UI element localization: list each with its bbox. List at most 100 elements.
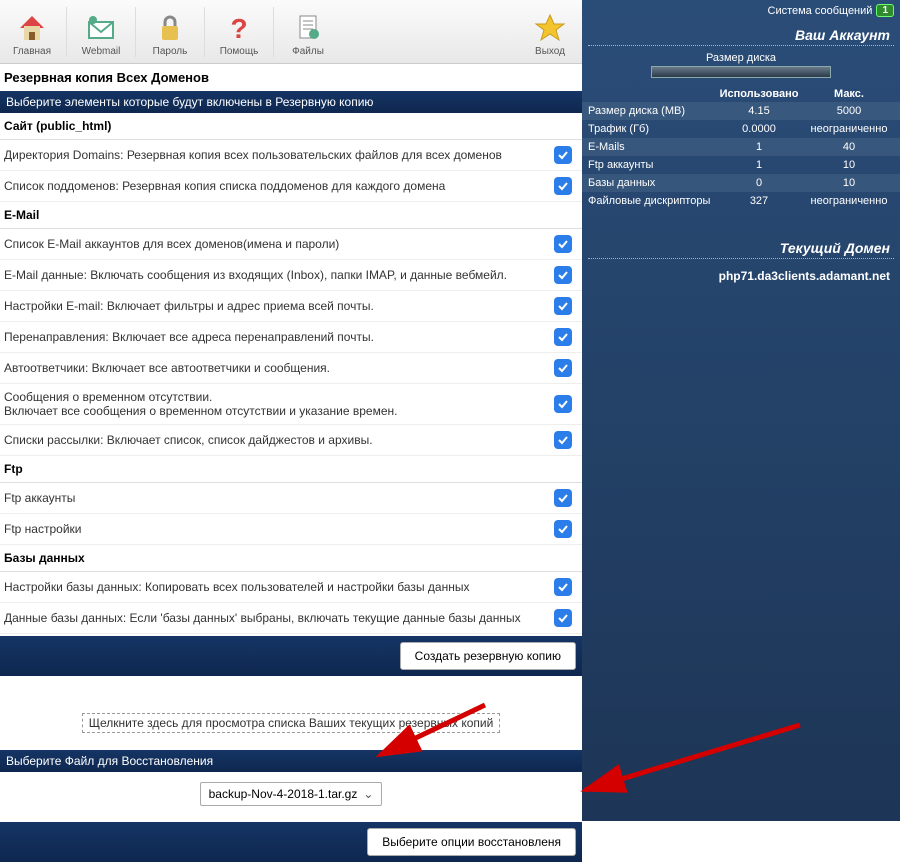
checkbox-checked[interactable] bbox=[554, 520, 572, 538]
checkbox-checked[interactable] bbox=[554, 266, 572, 284]
backup-option-row: Директория Domains: Резервная копия всех… bbox=[0, 140, 582, 171]
toolbar-label: Файлы bbox=[292, 46, 324, 57]
disk-usage-bar bbox=[651, 66, 831, 78]
toolbar-help[interactable]: ? Помощь bbox=[207, 8, 271, 63]
stat-row: Базы данных010 bbox=[582, 174, 900, 192]
backup-option-label: Ftp аккаунты bbox=[4, 491, 554, 505]
checkbox-checked[interactable] bbox=[554, 328, 572, 346]
backup-option-row: Перенаправления: Включает все адреса пер… bbox=[0, 322, 582, 353]
restore-file-select[interactable]: backup-Nov-4-2018-1.tar.gz ⌄ bbox=[200, 782, 383, 806]
backup-option-label: Перенаправления: Включает все адреса пер… bbox=[4, 330, 554, 344]
mail-icon bbox=[85, 12, 117, 44]
backup-option-label: Данные базы данных: Если 'базы данных' в… bbox=[4, 611, 554, 625]
page-title: Резервная копия Всех Доменов bbox=[0, 64, 582, 91]
group-header: Ftp bbox=[0, 456, 582, 483]
backup-option-row: Список поддоменов: Резервная копия списк… bbox=[0, 171, 582, 202]
restore-options-button[interactable]: Выберите опции восстановленя bbox=[367, 828, 576, 856]
checkbox-checked[interactable] bbox=[554, 489, 572, 507]
home-icon bbox=[16, 12, 48, 44]
backup-option-row: Список E-Mail аккаунтов для всех доменов… bbox=[0, 229, 582, 260]
top-toolbar: Главная Webmail Пароль ? Помощь Файлы bbox=[0, 0, 582, 64]
toolbar-label: Пароль bbox=[153, 46, 188, 57]
toolbar-label: Главная bbox=[13, 46, 51, 57]
stat-used: 4.15 bbox=[714, 105, 804, 117]
stat-name: E-Mails bbox=[588, 141, 714, 153]
group-header: E-Mail bbox=[0, 202, 582, 229]
toolbar-password[interactable]: Пароль bbox=[138, 8, 202, 63]
backup-option-row: Сообщения о временном отсутствии. Включа… bbox=[0, 384, 582, 425]
backup-option-row: Настройки базы данных: Копировать всех п… bbox=[0, 572, 582, 603]
checkbox-checked[interactable] bbox=[554, 395, 572, 413]
checkbox-checked[interactable] bbox=[554, 609, 572, 627]
toolbar-files[interactable]: Файлы bbox=[276, 8, 340, 63]
backup-option-label: Ftp настройки bbox=[4, 522, 554, 536]
star-icon bbox=[534, 12, 566, 44]
stat-max: 10 bbox=[804, 159, 894, 171]
backup-option-label: Сообщения о временном отсутствии. Включа… bbox=[4, 390, 554, 418]
restore-header: Выберите Файл для Восстановления bbox=[0, 750, 582, 772]
backup-option-label: Список E-Mail аккаунтов для всех доменов… bbox=[4, 237, 554, 251]
toolbar-home[interactable]: Главная bbox=[0, 8, 64, 63]
stats-header: Использовано Макс. bbox=[582, 86, 900, 102]
messages-link[interactable]: Система сообщений bbox=[768, 5, 873, 17]
toolbar-label: Webmail bbox=[82, 46, 121, 57]
stat-row: Размер диска (МВ)4.155000 bbox=[582, 102, 900, 120]
checkbox-checked[interactable] bbox=[554, 297, 572, 315]
sidebar: Система сообщений 1 Ваш Аккаунт Размер д… bbox=[582, 0, 900, 821]
stat-row: Файловые дискрипторы327неограниченно bbox=[582, 192, 900, 210]
toolbar-webmail[interactable]: Webmail bbox=[69, 8, 133, 63]
view-backups-link[interactable]: Щелкните здесь для просмотра списка Ваши… bbox=[82, 713, 501, 733]
toolbar-label: Помощь bbox=[220, 46, 259, 57]
help-icon: ? bbox=[223, 12, 255, 44]
stat-used: 1 bbox=[714, 141, 804, 153]
group-header: Базы данных bbox=[0, 545, 582, 572]
backup-option-row: Ftp настройки bbox=[0, 514, 582, 545]
stat-max: неограниченно bbox=[804, 123, 894, 135]
restore-options-bar: Выберите опции восстановленя bbox=[0, 822, 582, 862]
backup-option-row: Ftp аккаунты bbox=[0, 483, 582, 514]
checkbox-checked[interactable] bbox=[554, 177, 572, 195]
domain-title: Текущий Домен bbox=[582, 234, 900, 258]
stat-name: Базы данных bbox=[588, 177, 714, 189]
messages-badge: 1 bbox=[876, 4, 894, 17]
stat-row: Ftp аккаунты110 bbox=[582, 156, 900, 174]
restore-file-value: backup-Nov-4-2018-1.tar.gz bbox=[209, 787, 358, 801]
create-backup-button[interactable]: Создать резервную копию bbox=[400, 642, 576, 670]
current-domain: php71.da3clients.adamant.net bbox=[582, 265, 900, 287]
toolbar-exit[interactable]: Выход bbox=[518, 8, 582, 63]
stat-max: 40 bbox=[804, 141, 894, 153]
stat-max: неограниченно bbox=[804, 195, 894, 207]
backup-option-row: E-Mail данные: Включать сообщения из вхо… bbox=[0, 260, 582, 291]
backup-option-label: Настройки базы данных: Копировать всех п… bbox=[4, 580, 554, 594]
account-title: Ваш Аккаунт bbox=[582, 21, 900, 45]
stat-row: E-Mails140 bbox=[582, 138, 900, 156]
stat-used: 327 bbox=[714, 195, 804, 207]
stat-used: 0.0000 bbox=[714, 123, 804, 135]
stat-name: Размер диска (МВ) bbox=[588, 105, 714, 117]
checkbox-checked[interactable] bbox=[554, 431, 572, 449]
stat-row: Трафик (Гб)0.0000неограниченно bbox=[582, 120, 900, 138]
section-header-select: Выберите элементы которые будут включены… bbox=[0, 91, 582, 113]
stat-max: 10 bbox=[804, 177, 894, 189]
checkbox-checked[interactable] bbox=[554, 359, 572, 377]
stat-name: Ftp аккаунты bbox=[588, 159, 714, 171]
checkbox-checked[interactable] bbox=[554, 235, 572, 253]
stat-name: Трафик (Гб) bbox=[588, 123, 714, 135]
checkbox-checked[interactable] bbox=[554, 146, 572, 164]
stat-used: 1 bbox=[714, 159, 804, 171]
backup-option-label: Списки рассылки: Включает список, список… bbox=[4, 433, 554, 447]
stat-max: 5000 bbox=[804, 105, 894, 117]
chevron-down-icon: ⌄ bbox=[363, 787, 373, 801]
backup-option-row: Данные базы данных: Если 'базы данных' в… bbox=[0, 603, 582, 634]
backup-option-label: Автоответчики: Включает все автоответчик… bbox=[4, 361, 554, 375]
backup-option-label: Список поддоменов: Резервная копия списк… bbox=[4, 179, 554, 193]
svg-text:?: ? bbox=[230, 13, 247, 44]
toolbar-label: Выход bbox=[535, 46, 565, 57]
checkbox-checked[interactable] bbox=[554, 578, 572, 596]
create-backup-bar: Создать резервную копию bbox=[0, 636, 582, 676]
backup-option-label: Настройки E-mail: Включает фильтры и адр… bbox=[4, 299, 554, 313]
backup-option-label: Директория Domains: Резервная копия всех… bbox=[4, 148, 554, 162]
files-icon bbox=[292, 12, 324, 44]
lock-icon bbox=[154, 12, 186, 44]
group-header: Сайт (public_html) bbox=[0, 113, 582, 140]
